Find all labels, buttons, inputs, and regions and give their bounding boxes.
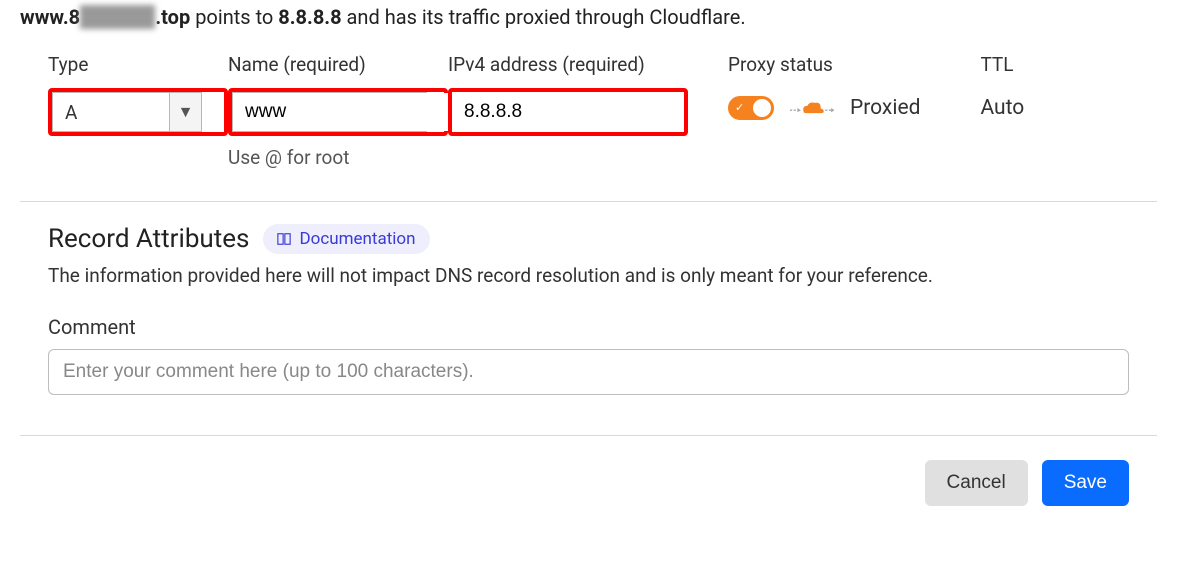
comment-input[interactable] bbox=[48, 349, 1129, 395]
summary-hostname-prefix: www.8 bbox=[20, 5, 80, 29]
label-name: Name (required) bbox=[228, 53, 448, 76]
summary-tail: and has its traffic proxied through Clou… bbox=[342, 5, 746, 29]
label-type: Type bbox=[48, 53, 228, 76]
field-ttl: TTL Auto bbox=[980, 53, 1024, 120]
highlight-type: A ▼ bbox=[48, 88, 228, 136]
check-icon: ✓ bbox=[735, 101, 744, 114]
highlight-name: ▲ ▼ bbox=[228, 88, 448, 136]
toggle-knob bbox=[753, 99, 771, 117]
documentation-link[interactable]: Documentation bbox=[263, 224, 429, 254]
proxy-row: ✓ Proxied bbox=[728, 96, 920, 120]
ttl-value: Auto bbox=[980, 96, 1024, 120]
save-button[interactable]: Save bbox=[1042, 460, 1129, 506]
attrs-description: The information provided here will not i… bbox=[48, 264, 1129, 287]
type-select[interactable]: A ▼ bbox=[52, 92, 202, 132]
name-hint: Use @ for root bbox=[228, 146, 448, 169]
label-proxy: Proxy status bbox=[728, 53, 920, 76]
attrs-header: Record Attributes Documentation bbox=[48, 224, 1129, 254]
book-icon bbox=[277, 232, 291, 246]
name-input-wrap: ▲ ▼ bbox=[232, 92, 427, 132]
dns-form-row: Type A ▼ Name (required) ▲ ▼ Use @ for r… bbox=[20, 53, 1157, 169]
comment-label: Comment bbox=[48, 315, 1129, 339]
divider-2 bbox=[20, 435, 1157, 436]
proxy-status-text: Proxied bbox=[850, 96, 920, 120]
ip-input[interactable] bbox=[452, 92, 682, 132]
label-ttl: TTL bbox=[980, 53, 1024, 76]
type-select-value: A bbox=[53, 93, 169, 131]
field-ip: IPv4 address (required) bbox=[448, 53, 698, 136]
form-actions: Cancel Save bbox=[20, 460, 1157, 506]
summary-hostname-blurred: xxxxxxx bbox=[80, 5, 155, 29]
label-ip: IPv4 address (required) bbox=[448, 53, 698, 76]
highlight-ip bbox=[448, 88, 688, 136]
field-name: Name (required) ▲ ▼ Use @ for root bbox=[228, 53, 448, 169]
summary-hostname-suffix: .top bbox=[155, 5, 190, 29]
cloudflare-proxy-icon bbox=[790, 96, 834, 120]
divider bbox=[20, 201, 1157, 202]
field-proxy: Proxy status ✓ Proxied bbox=[728, 53, 920, 120]
proxy-toggle[interactable]: ✓ bbox=[728, 96, 774, 120]
summary-ip: 8.8.8.8 bbox=[278, 5, 341, 29]
record-attributes: Record Attributes Documentation The info… bbox=[20, 224, 1157, 395]
summary-mid: points to bbox=[190, 5, 278, 29]
dns-summary: www.8xxxxxxx.top points to 8.8.8.8 and h… bbox=[20, 5, 1157, 29]
chevron-down-icon[interactable]: ▼ bbox=[169, 93, 201, 131]
documentation-label: Documentation bbox=[299, 229, 415, 249]
field-type: Type A ▼ bbox=[48, 53, 228, 136]
attrs-title: Record Attributes bbox=[48, 224, 249, 254]
cancel-button[interactable]: Cancel bbox=[925, 460, 1028, 506]
